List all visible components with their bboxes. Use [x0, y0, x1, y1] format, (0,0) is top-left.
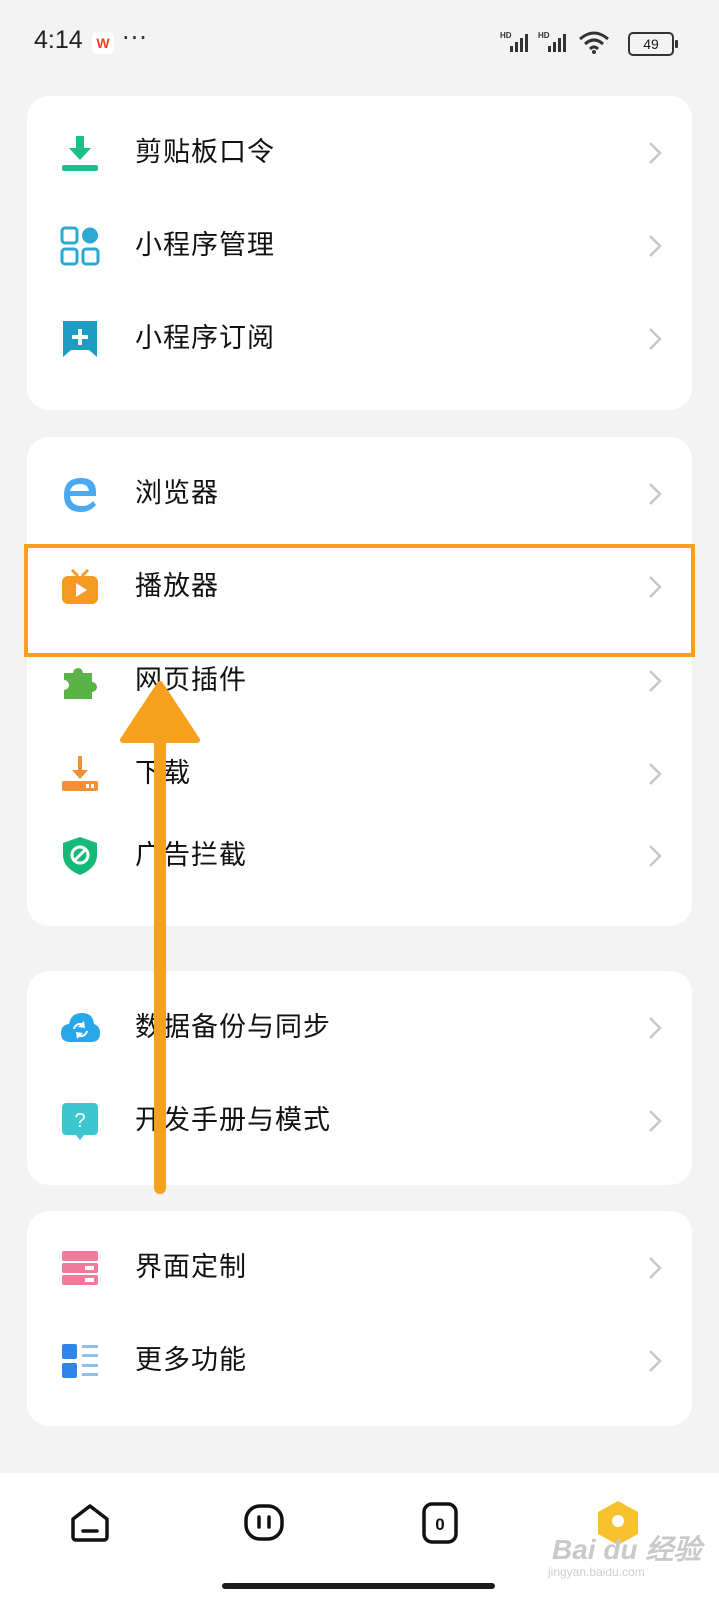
menu-item-browser[interactable]: 浏览器: [27, 454, 692, 534]
status-bar: 4:14 W ··· HD HD 49: [0, 0, 719, 88]
download-tray-icon: [62, 756, 98, 791]
bookmark-plus-icon: [63, 321, 97, 357]
chevron-right-icon: [649, 670, 662, 692]
help-bubble-icon: ?: [62, 1103, 98, 1140]
menu-item-label: 浏览器: [135, 478, 219, 509]
section-card-browser: 浏览器 播放器 网页插件 下载 广告拦截: [27, 437, 692, 926]
chevron-right-icon: [649, 1350, 662, 1372]
svg-text:?: ?: [74, 1110, 85, 1132]
menu-item-player[interactable]: 播放器: [27, 547, 692, 627]
chevron-right-icon: [649, 763, 662, 785]
watermark-url: jingyan.baidu.com: [548, 1565, 645, 1579]
home-indicator[interactable]: [222, 1583, 495, 1589]
cellular-signal-icon: HD: [500, 31, 528, 52]
chevron-right-icon: [649, 1110, 662, 1132]
menu-item-miniprogram-subscribe[interactable]: 小程序订阅: [27, 299, 692, 379]
chevron-right-icon: [649, 576, 662, 598]
menu-item-label: 播放器: [135, 571, 219, 602]
chat-icon[interactable]: [242, 1501, 286, 1545]
menu-item-label: 下载: [135, 758, 191, 789]
menu-item-ui-customize[interactable]: 界面定制: [27, 1228, 692, 1308]
chevron-right-icon: [649, 142, 662, 164]
section-card-data: 数据备份与同步 ? 开发手册与模式: [27, 971, 692, 1185]
chevron-right-icon: [649, 483, 662, 505]
section-card-tools: 剪贴板口令 小程序管理 小程序订阅: [27, 96, 692, 410]
wifi-icon: [579, 31, 609, 54]
wps-app-icon: W: [92, 32, 114, 54]
signal-hd-label: HD: [500, 31, 512, 40]
watermark-brand: Bai du 经验: [552, 1534, 702, 1565]
menu-item-miniprogram-manage[interactable]: 小程序管理: [27, 206, 692, 286]
signal-hd-label-2: HD: [538, 31, 550, 40]
clipboard-download-icon: [62, 136, 98, 171]
menu-item-label: 广告拦截: [135, 840, 247, 871]
menu-item-download[interactable]: 下载: [27, 734, 692, 814]
menu-item-clipboard[interactable]: 剪贴板口令: [27, 113, 692, 193]
chevron-right-icon: [649, 328, 662, 350]
browser-e-icon: [64, 478, 96, 512]
more-notifications-icon: ···: [122, 24, 148, 52]
tv-play-icon: [62, 568, 98, 604]
menu-item-ad-block[interactable]: 广告拦截: [27, 816, 692, 896]
menu-item-label: 开发手册与模式: [135, 1105, 331, 1136]
tabs-count-icon[interactable]: 0: [418, 1501, 462, 1545]
section-card-ui: 界面定制 更多功能: [27, 1211, 692, 1426]
menu-item-label: 更多功能: [135, 1345, 247, 1376]
menu-item-label: 数据备份与同步: [135, 1012, 331, 1043]
menu-item-label: 小程序管理: [135, 230, 275, 261]
battery-indicator: 49: [628, 32, 678, 56]
menu-item-label: 小程序订阅: [135, 323, 275, 354]
menu-item-backup-sync[interactable]: 数据备份与同步: [27, 988, 692, 1068]
menu-item-web-plugin[interactable]: 网页插件: [27, 641, 692, 721]
home-icon[interactable]: [68, 1501, 112, 1545]
menu-item-label: 剪贴板口令: [135, 137, 275, 168]
grid-apps-icon: [60, 226, 100, 266]
chevron-right-icon: [649, 845, 662, 867]
cloud-sync-icon: [61, 1013, 100, 1042]
list-more-icon: [62, 1344, 98, 1378]
shield-block-icon: [63, 837, 97, 875]
menu-item-label: 界面定制: [135, 1252, 247, 1283]
chevron-right-icon: [649, 1017, 662, 1039]
puzzle-icon: [64, 667, 97, 699]
menu-item-label: 网页插件: [135, 665, 247, 696]
menu-item-more-features[interactable]: 更多功能: [27, 1321, 692, 1401]
chevron-right-icon: [649, 1257, 662, 1279]
status-time: 4:14: [34, 26, 83, 54]
menu-item-dev-manual[interactable]: ? 开发手册与模式: [27, 1081, 692, 1161]
tab-count: 0: [435, 1515, 444, 1534]
chevron-right-icon: [649, 235, 662, 257]
layout-custom-icon: [62, 1251, 98, 1285]
cellular-signal-2-icon: HD: [538, 31, 566, 52]
